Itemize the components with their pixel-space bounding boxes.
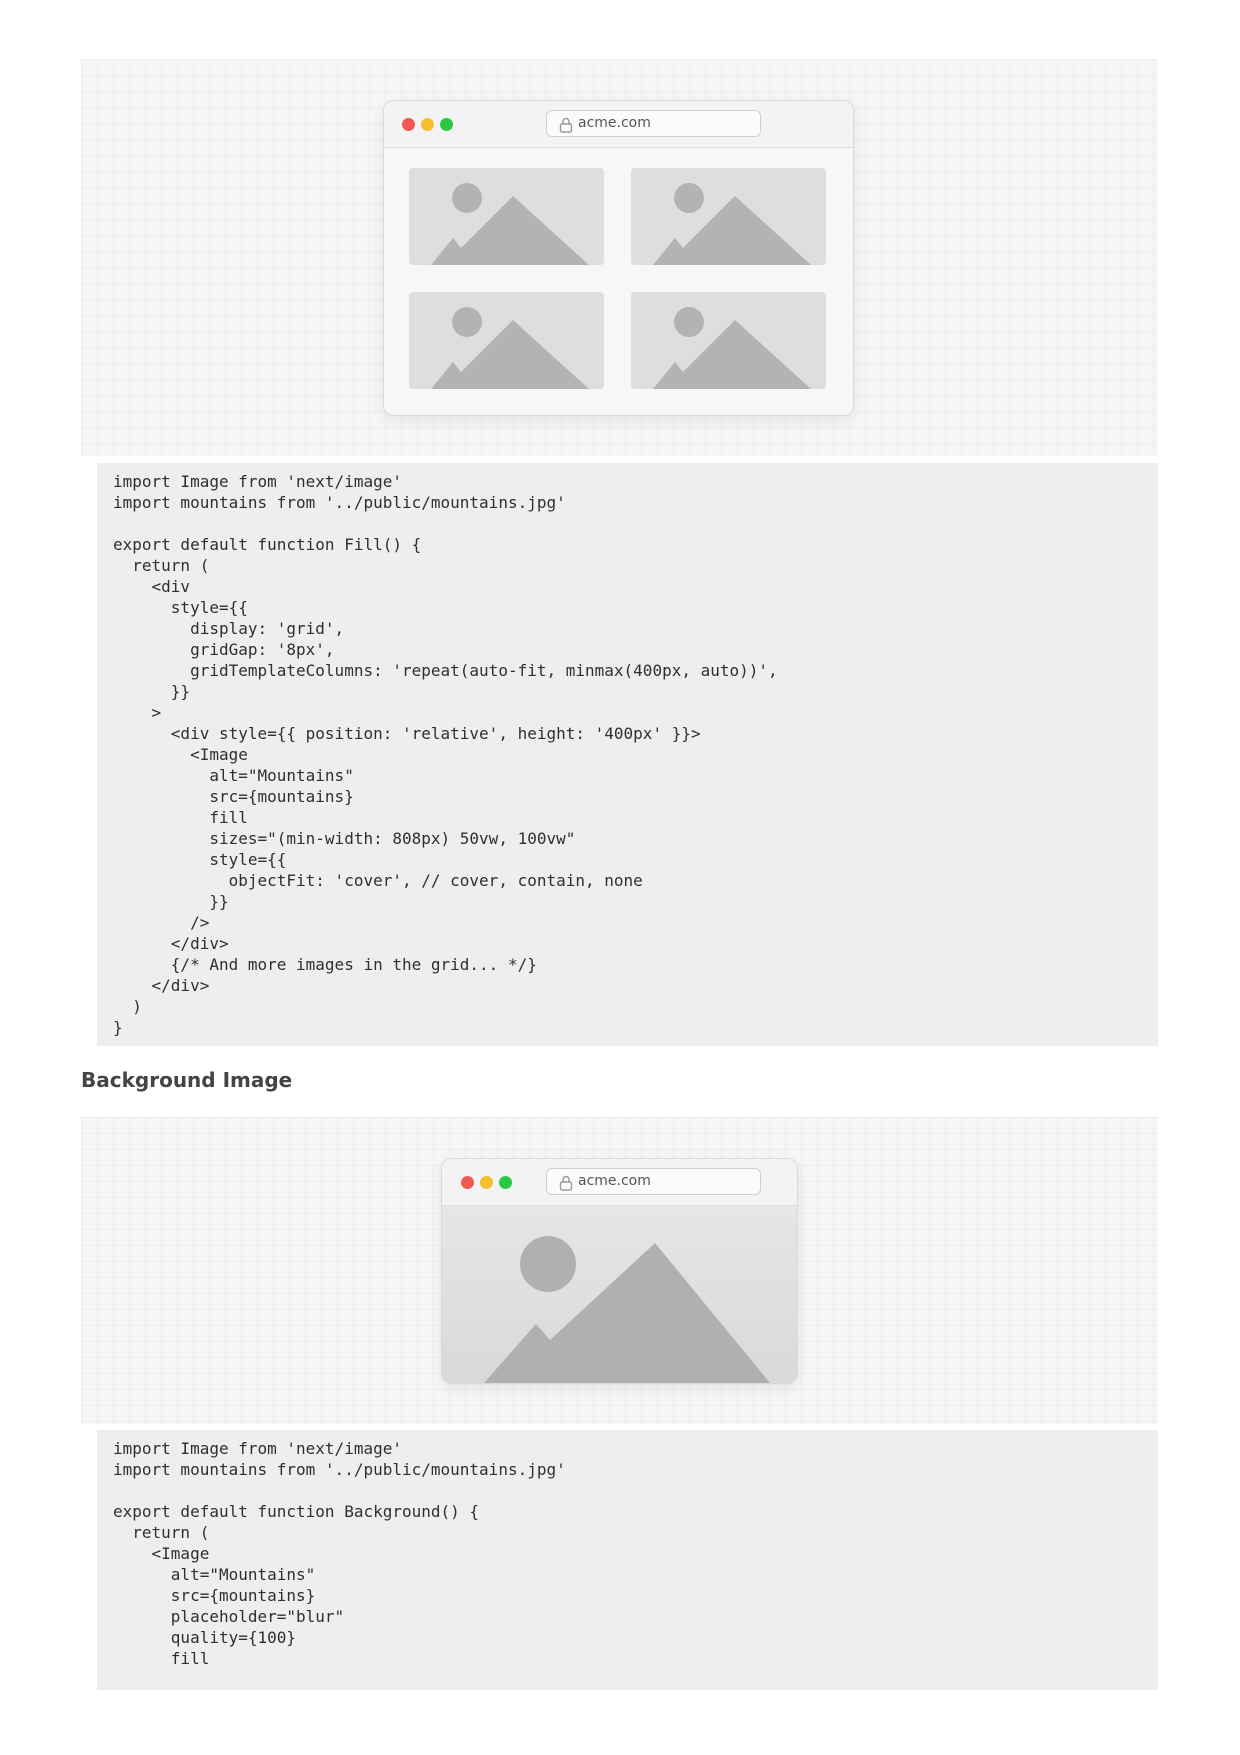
image-placeholder-icon [409, 168, 604, 265]
lock-icon [559, 117, 573, 133]
address-bar-url: acme.com [578, 1173, 651, 1189]
code-line: import mountains from '../public/mountai… [113, 493, 566, 512]
fill-example-figure: acme.com [81, 59, 1158, 456]
code-line: <div [113, 577, 191, 596]
code-line: alt="Mountains" [113, 1565, 316, 1584]
code-line: alt="Mountains" [113, 766, 354, 785]
maximize-window-dot-icon [440, 118, 453, 131]
code-line: placeholder="blur" [113, 1607, 345, 1626]
image-placeholder-icon [631, 168, 826, 265]
code-line: import Image from 'next/image' [113, 1439, 402, 1458]
code-line: export default function Background() { [113, 1502, 480, 1521]
code-line: <Image [113, 1544, 210, 1563]
browser-window: acme.com [441, 1158, 798, 1384]
code-line: sizes="(min-width: 808px) 50vw, 100vw" [113, 829, 576, 848]
code-line: fill [113, 1649, 210, 1668]
code-line: import mountains from '../public/mountai… [113, 1460, 566, 1479]
code-line: import Image from 'next/image' [113, 472, 402, 491]
code-line: </div> [113, 976, 210, 995]
image-placeholder-icon [631, 292, 826, 389]
code-line: <Image [113, 745, 248, 764]
code-line: quality={100} [113, 1628, 297, 1647]
code-line: gridTemplateColumns: 'repeat(auto-fit, m… [113, 661, 778, 680]
browser-titlebar: acme.com [442, 1159, 797, 1206]
code-line: {/* And more images in the grid... */} [113, 955, 537, 974]
code-line: ) [113, 997, 142, 1016]
fill-code-block: import Image from 'next/image' import mou… [97, 463, 1158, 1046]
minimize-window-dot-icon [480, 1176, 493, 1189]
code-line: style={{ [113, 850, 287, 869]
code-line: /> [113, 913, 210, 932]
address-bar: acme.com [546, 110, 761, 137]
close-window-dot-icon [402, 118, 415, 131]
minimize-window-dot-icon [421, 118, 434, 131]
code-line: style={{ [113, 598, 248, 617]
code-line: src={mountains} [113, 1586, 316, 1605]
browser-titlebar: acme.com [384, 101, 853, 148]
background-example-figure: acme.com [81, 1117, 1158, 1424]
code-line: <div style={{ position: 'relative', heig… [113, 724, 701, 743]
lock-icon [559, 1175, 573, 1191]
code-line: }} [113, 892, 229, 911]
code-line: } [113, 1018, 123, 1037]
code-line: gridGap: '8px', [113, 640, 335, 659]
close-window-dot-icon [461, 1176, 474, 1189]
image-placeholder-icon [442, 1206, 797, 1383]
code-line: > [113, 703, 162, 722]
code-line: </div> [113, 934, 229, 953]
code-line: display: 'grid', [113, 619, 345, 638]
browser-window: acme.com [383, 100, 854, 416]
code-line: fill [113, 808, 248, 827]
code-line: objectFit: 'cover', // cover, contain, n… [113, 871, 643, 890]
code-line: return ( [113, 1523, 210, 1542]
code-line: export default function Fill() { [113, 535, 422, 554]
section-heading: Background Image [81, 1068, 293, 1092]
background-code-block: import Image from 'next/image' import mou… [97, 1430, 1158, 1690]
address-bar-url: acme.com [578, 115, 651, 131]
code-line: return ( [113, 556, 210, 575]
address-bar: acme.com [546, 1168, 761, 1195]
code-line: src={mountains} [113, 787, 354, 806]
image-placeholder-icon [409, 292, 604, 389]
maximize-window-dot-icon [499, 1176, 512, 1189]
code-line: }} [113, 682, 191, 701]
